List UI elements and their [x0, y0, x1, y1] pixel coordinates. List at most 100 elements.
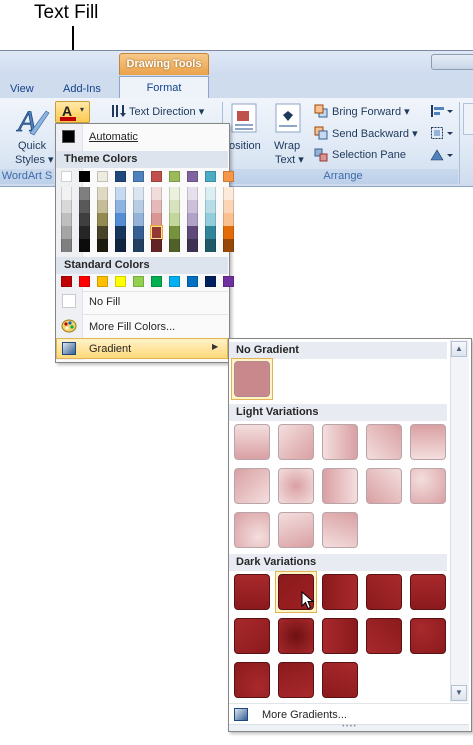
theme-shade-swatch[interactable]	[151, 187, 162, 200]
tab-format[interactable]: Format	[119, 76, 209, 99]
standard-color-swatch[interactable]	[151, 276, 162, 287]
dark-gradient-tile[interactable]	[278, 618, 314, 654]
dark-gradient-tile[interactable]	[322, 662, 358, 698]
theme-shade-swatch[interactable]	[205, 213, 216, 226]
light-gradient-tile[interactable]	[410, 468, 446, 504]
light-gradient-tile[interactable]	[234, 424, 270, 460]
standard-color-swatch[interactable]	[169, 276, 180, 287]
light-gradient-tile[interactable]	[366, 468, 402, 504]
theme-shade-swatch[interactable]	[223, 213, 234, 226]
theme-shade-swatch[interactable]	[61, 187, 72, 200]
theme-shade-swatch[interactable]	[79, 213, 90, 226]
theme-shade-swatch[interactable]	[97, 239, 108, 252]
theme-shade-swatch[interactable]	[187, 239, 198, 252]
standard-color-swatch[interactable]	[79, 276, 90, 287]
theme-shade-swatch[interactable]	[79, 187, 90, 200]
theme-shade-swatch[interactable]	[151, 239, 162, 252]
dark-gradient-tile[interactable]	[278, 662, 314, 698]
theme-color-swatch[interactable]	[79, 171, 90, 182]
theme-shade-swatch[interactable]	[115, 226, 126, 239]
dark-gradient-tile[interactable]	[234, 662, 270, 698]
more-gradients-item[interactable]: More Gradients...	[262, 709, 347, 721]
theme-shade-swatch[interactable]	[205, 187, 216, 200]
text-fill-dropdown-arrow[interactable]: ▾	[80, 105, 84, 114]
theme-shade-swatch[interactable]	[61, 226, 72, 239]
tab-view[interactable]: View	[10, 80, 34, 98]
gradient-menu-item[interactable]	[56, 338, 228, 359]
light-gradient-tile[interactable]	[322, 512, 358, 548]
dark-gradient-tile[interactable]	[234, 618, 270, 654]
theme-shade-swatch[interactable]	[133, 187, 144, 200]
selection-pane-button[interactable]: Selection Pane	[332, 149, 406, 161]
theme-shade-swatch[interactable]	[133, 213, 144, 226]
theme-shade-swatch[interactable]	[133, 226, 144, 239]
bring-forward-button[interactable]: Bring Forward ▾	[332, 105, 410, 118]
standard-color-swatch[interactable]	[61, 276, 72, 287]
group-icon[interactable]	[430, 126, 454, 140]
light-gradient-tile[interactable]	[366, 424, 402, 460]
theme-shade-swatch[interactable]	[79, 200, 90, 213]
rotate-icon[interactable]	[430, 148, 454, 162]
light-gradient-tile[interactable]	[322, 468, 358, 504]
theme-shade-swatch[interactable]	[97, 213, 108, 226]
gallery-scrollbar[interactable]	[450, 340, 469, 702]
theme-shade-swatch[interactable]	[97, 226, 108, 239]
theme-shade-swatch[interactable]	[169, 213, 180, 226]
position-icon[interactable]	[231, 103, 257, 133]
theme-shade-swatch[interactable]	[151, 213, 162, 226]
more-fill-colors-item[interactable]: More Fill Colors...	[89, 321, 175, 333]
standard-color-swatch[interactable]	[223, 276, 234, 287]
theme-shade-swatch[interactable]	[205, 200, 216, 213]
theme-color-swatch[interactable]	[205, 171, 216, 182]
theme-color-swatch[interactable]	[115, 171, 126, 182]
theme-shade-swatch[interactable]	[223, 187, 234, 200]
theme-shade-swatch[interactable]	[187, 187, 198, 200]
theme-color-swatch[interactable]	[223, 171, 234, 182]
standard-color-swatch[interactable]	[115, 276, 126, 287]
scroll-up-button[interactable]: ▲	[451, 341, 467, 357]
light-gradient-tile[interactable]	[234, 512, 270, 548]
theme-shade-swatch[interactable]	[97, 187, 108, 200]
theme-shade-swatch[interactable]	[97, 200, 108, 213]
automatic-color-item[interactable]: Automatic	[89, 131, 138, 143]
theme-color-swatch[interactable]	[97, 171, 108, 182]
theme-shade-swatch[interactable]	[187, 226, 198, 239]
text-direction-button[interactable]: Text Direction ▾	[129, 105, 204, 118]
theme-shade-swatch[interactable]	[169, 187, 180, 200]
theme-shade-swatch[interactable]	[61, 213, 72, 226]
theme-shade-swatch[interactable]	[61, 239, 72, 252]
dark-gradient-tile[interactable]	[322, 618, 358, 654]
dark-gradient-tile[interactable]	[322, 574, 358, 610]
theme-shade-swatch[interactable]	[223, 200, 234, 213]
theme-color-swatch[interactable]	[151, 171, 162, 182]
theme-shade-swatch[interactable]	[61, 200, 72, 213]
light-gradient-tile[interactable]	[322, 424, 358, 460]
standard-color-swatch[interactable]	[133, 276, 144, 287]
light-gradient-tile[interactable]	[234, 468, 270, 504]
quick-styles-icon[interactable]: A	[16, 103, 50, 137]
theme-shade-swatch[interactable]	[169, 200, 180, 213]
theme-shade-swatch[interactable]	[115, 187, 126, 200]
wrap-text-icon[interactable]	[275, 103, 301, 133]
light-gradient-tile[interactable]	[278, 424, 314, 460]
theme-color-swatch[interactable]	[133, 171, 144, 182]
light-gradient-tile[interactable]	[410, 424, 446, 460]
standard-color-swatch[interactable]	[205, 276, 216, 287]
standard-color-swatch[interactable]	[187, 276, 198, 287]
text-fill-button[interactable]: A ▾	[55, 101, 90, 123]
send-backward-button[interactable]: Send Backward ▾	[332, 127, 418, 140]
window-controls[interactable]	[431, 54, 473, 70]
theme-shade-swatch[interactable]	[223, 226, 234, 239]
scroll-down-button[interactable]: ▼	[451, 685, 467, 701]
theme-shade-swatch[interactable]	[169, 239, 180, 252]
resize-grip[interactable]: • • • •	[229, 724, 469, 731]
theme-shade-swatch[interactable]	[205, 239, 216, 252]
theme-shade-swatch[interactable]	[115, 200, 126, 213]
dark-gradient-tile[interactable]	[366, 618, 402, 654]
theme-shade-swatch[interactable]	[187, 213, 198, 226]
theme-shade-swatch[interactable]	[115, 239, 126, 252]
no-gradient-tile[interactable]	[234, 361, 270, 397]
dark-gradient-tile[interactable]	[366, 574, 402, 610]
dark-gradient-tile[interactable]	[410, 618, 446, 654]
theme-color-swatch[interactable]	[61, 171, 72, 182]
